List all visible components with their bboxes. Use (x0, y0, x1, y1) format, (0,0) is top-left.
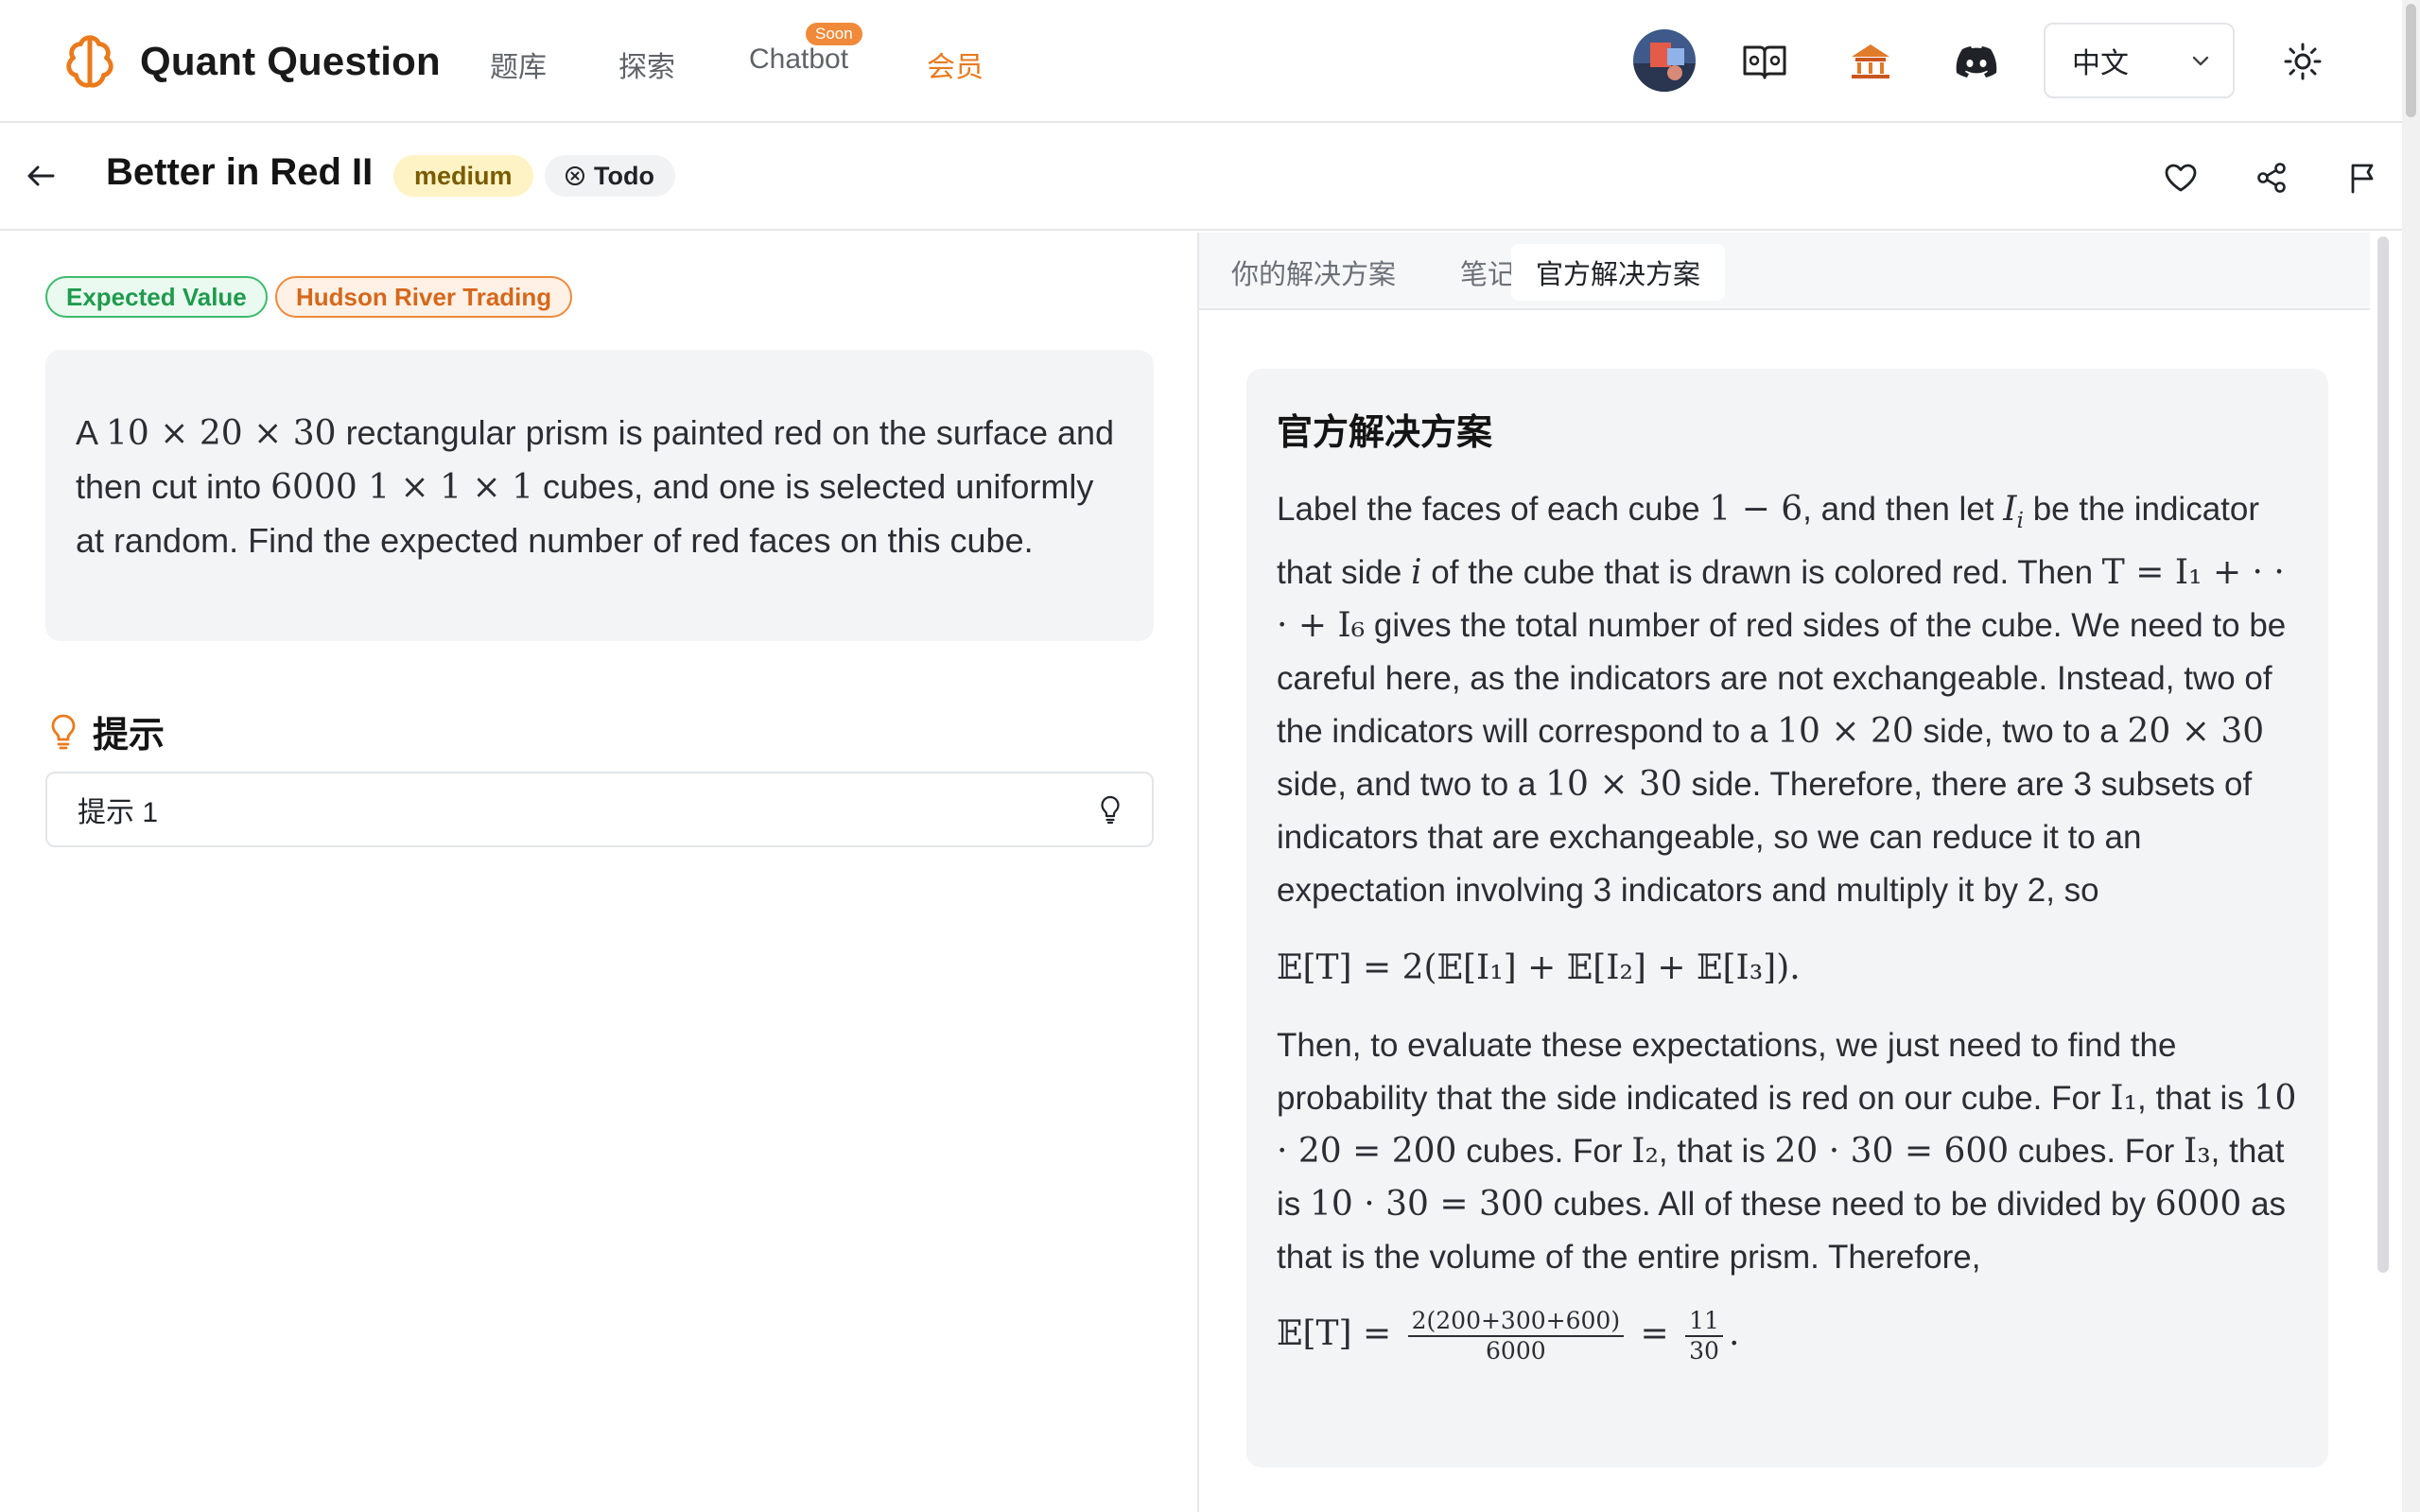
fraction-expression: 2(200+300+600) 6000 (1407, 1307, 1625, 1365)
page-scrollbar-track[interactable] (2402, 0, 2420, 1512)
chevron-down-icon (2192, 56, 2209, 66)
top-navigation-bar: Quant Question 题库 探索 Chatbot Soon 会员 中文 (0, 0, 2420, 123)
brain-logo-icon (66, 35, 113, 88)
nav-link-question-bank[interactable]: 题库 (490, 43, 547, 85)
solution-title: 官方解决方案 (1277, 413, 1493, 453)
nav-link-explore[interactable]: 探索 (618, 43, 675, 85)
book-icon[interactable] (1738, 38, 1791, 85)
fraction-answer: 11 30 (1685, 1307, 1723, 1365)
avatar-image (1633, 29, 1696, 92)
solution-scrollbar[interactable] (2377, 236, 2389, 1273)
hint-item[interactable]: 提示 1 (45, 772, 1154, 847)
hint-label: 提示 1 (78, 797, 159, 828)
solution-paragraph-1: Label the faces of each cube 1 − 6, and … (1277, 490, 2287, 910)
avatar[interactable] (1633, 29, 1696, 92)
tag-hudson-river-trading[interactable]: Hudson River Trading (275, 276, 573, 318)
nav-link-membership[interactable]: 会员 (927, 43, 984, 85)
language-select[interactable]: 中文 (2044, 23, 2235, 98)
tag-expected-value[interactable]: Expected Value (45, 276, 268, 318)
equation-final-answer: 𝔼[T] = 2(200+300+600) 6000 = 11 30. (1277, 1307, 1740, 1365)
question-title: Better in Red II (106, 151, 374, 193)
brand-name: Quant Question (140, 39, 441, 83)
nav-link-chatbot[interactable]: Chatbot (749, 43, 848, 76)
page-scrollbar-thumb[interactable] (2406, 4, 2416, 117)
status-label: Todo (594, 161, 654, 190)
tab-official-solution[interactable]: 官方解决方案 (1511, 244, 1726, 301)
share-icon[interactable] (2249, 157, 2294, 199)
solution-panel: 你的解决方案 笔记 官方解决方案 官方解决方案 Label the faces … (1199, 233, 2420, 1512)
equation-expectation-sum: 𝔼[T] = 2(𝔼[I₁] + 𝔼[I₂] + 𝔼[I₃]). (1277, 948, 1801, 988)
flag-icon[interactable] (2340, 157, 2385, 199)
question-header: Better in Red II medium Todo (0, 123, 2420, 231)
hints-heading: 提示 (49, 705, 165, 757)
temple-icon[interactable] (1844, 38, 1897, 85)
solution-tabs: 你的解决方案 笔记 官方解决方案 (1199, 233, 2370, 310)
back-button[interactable] (21, 155, 62, 197)
brand[interactable]: Quant Question (61, 30, 441, 93)
sun-icon[interactable] (2279, 38, 2326, 85)
question-panel: Expected Value Hudson River Trading A 10… (0, 233, 1199, 1512)
official-solution-card: 官方解决方案 Label the faces of each cube 1 − … (1246, 369, 2328, 1468)
soon-badge: Soon (806, 23, 862, 45)
hints-title: 提示 (93, 716, 165, 756)
circle-x-icon (566, 166, 584, 185)
tab-your-solution[interactable]: 你的解决方案 (1207, 244, 1420, 301)
discord-icon[interactable] (1950, 38, 2003, 85)
heart-icon[interactable] (2158, 157, 2203, 199)
arrow-left-icon (27, 165, 55, 186)
lightbulb-icon (51, 714, 76, 749)
lightbulb-icon (1101, 795, 1120, 825)
status-badge[interactable]: Todo (545, 155, 675, 197)
question-body: A 10 × 20 × 30 rectangular prism is pain… (76, 413, 1115, 560)
language-value: 中文 (2072, 48, 2129, 79)
question-card: A 10 × 20 × 30 rectangular prism is pain… (45, 350, 1154, 641)
difficulty-badge: medium (393, 155, 533, 197)
solution-paragraph-2: Then, to evaluate these expectations, we… (1277, 1027, 2297, 1277)
